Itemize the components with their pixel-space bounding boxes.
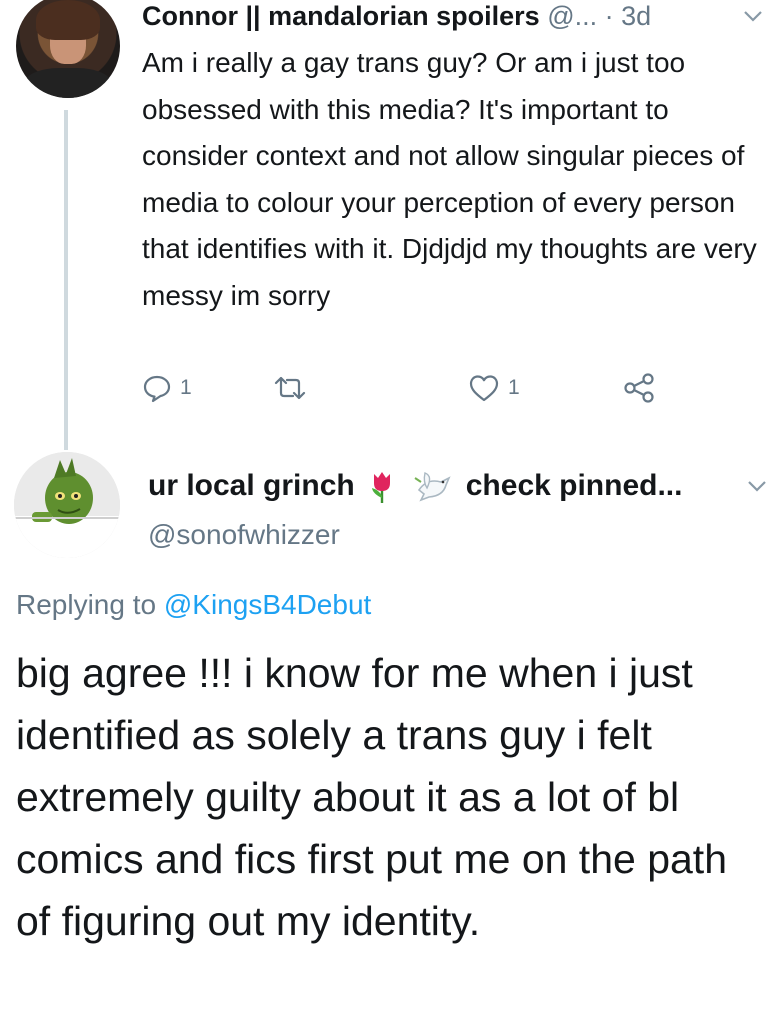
dove-emoji [414,472,452,502]
tulip-emoji [372,472,391,504]
tweet-header: Connor || mandalorian spoilers @... · 3d [142,0,651,32]
grinch-avatar-image [14,452,120,558]
reply-icon [143,375,171,403]
chevron-down-icon[interactable] [746,476,768,496]
reply-tweet: ur local grinch check pinned... @sonofwh… [0,440,778,1014]
handle[interactable]: @sonofwhizzer [148,518,340,552]
like-button[interactable]: 1 [468,368,520,408]
parent-tweet: Connor || mandalorian spoilers @... · 3d… [0,0,778,450]
avatar-hair [36,0,100,40]
timestamp[interactable]: 3d [621,1,651,31]
avatar[interactable] [14,452,120,558]
tweet-text: Am i really a gay trans guy? Or am i jus… [142,47,757,311]
reply-count: 1 [180,376,192,399]
handle[interactable]: @... [547,1,597,31]
avatar-shirt [24,68,112,98]
tweet-actions: 1 1 [142,368,762,408]
display-name[interactable]: Connor || mandalorian spoilers [142,1,540,31]
avatar[interactable] [16,0,120,98]
separator: · [604,1,614,31]
display-name-start: ur local grinch [148,469,355,502]
retweet-icon [274,376,306,400]
display-name-end: check pinned... [465,469,683,502]
replying-prefix: Replying to [16,589,157,620]
thread-line [64,110,68,450]
replying-to: Replying to @KingsB4Debut [16,588,371,622]
share-button[interactable] [622,368,656,408]
chevron-down-icon[interactable] [742,6,764,26]
replying-mention-link[interactable]: @KingsB4Debut [164,589,371,620]
like-icon [469,375,499,402]
reply-button[interactable]: 1 [142,368,192,408]
share-icon [624,373,654,403]
display-name[interactable]: ur local grinch check pinned... [148,468,682,504]
retweet-button[interactable] [272,368,308,408]
like-count: 1 [508,376,520,399]
tweet-text: big agree !!! i know for me when i just … [16,650,727,944]
